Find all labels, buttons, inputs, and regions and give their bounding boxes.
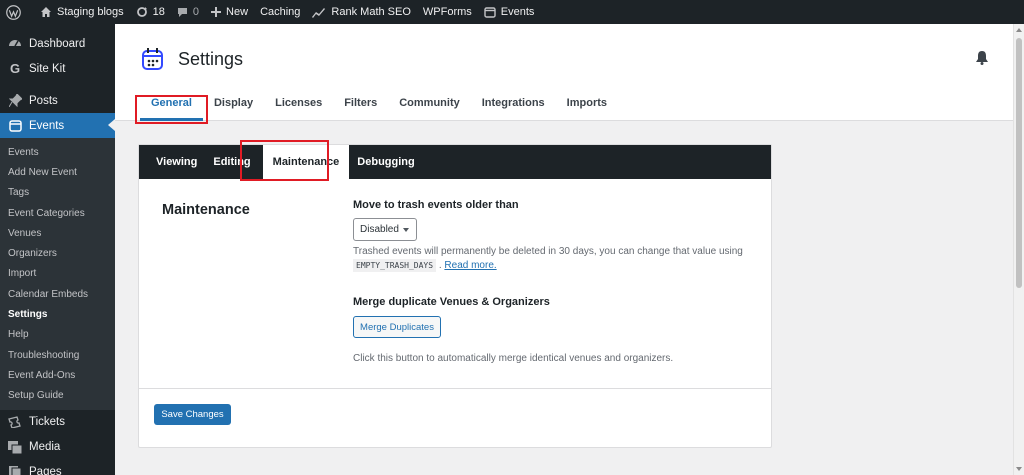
page-scrollbar[interactable] [1013,24,1024,475]
trash-description: Trashed events will permanently be delet… [353,246,743,257]
dashboard-icon [7,36,23,52]
wpforms-link[interactable]: WPForms [417,0,478,24]
rank-math-link[interactable]: Rank Math SEO [306,0,416,24]
menu-media[interactable]: Media [0,435,115,460]
menu-label: Pages [29,466,62,475]
chevron-down-icon [403,228,409,232]
save-changes-button[interactable]: Save Changes [154,404,231,425]
subtab-debugging[interactable]: Debugging [349,145,422,179]
updates-count: 18 [152,6,165,18]
submenu-item-calendar-embeds[interactable]: Calendar Embeds [0,284,115,304]
site-name-label: Staging blogs [57,6,124,18]
site-name-link[interactable]: Staging blogs [34,0,130,24]
bell-icon[interactable] [976,51,988,68]
read-more-link[interactable]: Read more. [444,260,496,271]
settings-subtabs: Viewing Editing Maintenance Debugging [139,145,771,179]
submenu-item-events[interactable]: Events [0,142,115,162]
code-empty-trash-days: EMPTY_TRASH_DAYS [353,259,437,272]
submenu-item-event-categories[interactable]: Event Categories [0,203,115,223]
scroll-down-icon[interactable] [1016,467,1022,471]
menu-events[interactable]: Events [0,113,115,138]
maintenance-panel: Viewing Editing Maintenance Debugging Ma… [138,144,772,448]
plus-icon [211,7,222,17]
wordpress-logo-icon[interactable] [0,0,34,24]
menu-posts[interactable]: Posts [0,88,115,113]
wpforms-label: WPForms [422,6,472,18]
submenu-item-import[interactable]: Import [0,264,115,284]
rank-math-icon [312,7,326,18]
trash-description-line2: EMPTY_TRASH_DAYS . Read more. [353,259,497,272]
divider [139,388,771,389]
merge-duplicates-label: Merge duplicate Venues & Organizers [353,296,550,308]
events-submenu: Events Add New Event Tags Event Categori… [0,138,115,410]
admin-bar: Staging blogs 18 0 New Caching Rank Math… [0,0,1024,24]
tab-display[interactable]: Display [203,97,264,121]
trash-separator: . [438,260,442,271]
menu-label: Events [29,119,65,132]
submenu-item-setup-guide[interactable]: Setup Guide [0,386,115,406]
submenu-item-tags[interactable]: Tags [0,183,115,203]
scroll-thumb[interactable] [1016,38,1022,288]
menu-label: Media [29,441,61,454]
new-label: New [226,6,249,18]
comments-count: 0 [192,6,200,18]
menu-dashboard[interactable]: Dashboard [0,31,115,56]
caching-label: Caching [260,6,301,18]
tab-community[interactable]: Community [388,97,471,121]
calendar-icon [7,118,23,134]
home-icon [41,7,51,17]
trash-events-select[interactable]: Disabled [353,218,417,241]
menu-label: Posts [29,94,58,107]
merge-duplicates-button[interactable]: Merge Duplicates [353,316,441,338]
updates-link[interactable]: 18 [130,0,171,24]
tab-integrations[interactable]: Integrations [471,97,556,121]
subtab-editing[interactable]: Editing [205,145,258,179]
submenu-item-venues[interactable]: Venues [0,223,115,243]
menu-label: Dashboard [29,37,86,50]
submenu-item-event-add-ons[interactable]: Event Add-Ons [0,365,115,385]
events-label: Events [500,6,535,18]
submenu-item-add-new-event[interactable]: Add New Event [0,162,115,182]
tab-licenses[interactable]: Licenses [264,97,333,121]
new-content-link[interactable]: New [205,0,254,24]
calendar-logo-icon [140,46,166,75]
subtab-viewing[interactable]: Viewing [148,145,205,179]
calendar-icon [484,7,496,18]
subtab-maintenance[interactable]: Maintenance [262,145,350,179]
rank-math-label: Rank Math SEO [331,6,411,18]
submenu-item-settings[interactable]: Settings [0,304,115,324]
caching-link[interactable]: Caching [254,0,306,24]
media-icon [7,439,23,455]
page-title: Settings [178,49,244,69]
events-link[interactable]: Events [478,0,541,24]
updates-icon [136,7,147,17]
tab-filters[interactable]: Filters [333,97,388,121]
scroll-up-icon[interactable] [1016,28,1022,32]
menu-label: Tickets [29,416,65,429]
pages-icon [7,464,23,475]
menu-label: Site Kit [29,62,66,75]
tab-imports[interactable]: Imports [556,97,618,121]
settings-header: Settings General Display Licenses Filter… [115,24,1013,121]
menu-pages[interactable]: Pages [0,460,115,475]
section-title: Maintenance [162,202,250,218]
ticket-icon [7,414,23,430]
google-icon: G [9,61,21,76]
submenu-item-troubleshooting[interactable]: Troubleshooting [0,345,115,365]
comments-link[interactable]: 0 [171,0,205,24]
submenu-item-help[interactable]: Help [0,325,115,345]
menu-site-kit[interactable]: G Site Kit [0,56,115,81]
trash-select-value: Disabled [360,224,399,235]
pin-icon [7,93,23,109]
submenu-item-organizers[interactable]: Organizers [0,243,115,263]
settings-tabs: General Display Licenses Filters Communi… [140,97,618,121]
trash-events-label: Move to trash events older than [353,199,519,211]
admin-sidebar: Dashboard G Site Kit Posts Events Events… [0,24,115,475]
tab-general[interactable]: General [140,97,203,121]
merge-description: Click this button to automatically merge… [353,353,674,364]
menu-tickets[interactable]: Tickets [0,410,115,435]
comment-icon [177,7,187,17]
